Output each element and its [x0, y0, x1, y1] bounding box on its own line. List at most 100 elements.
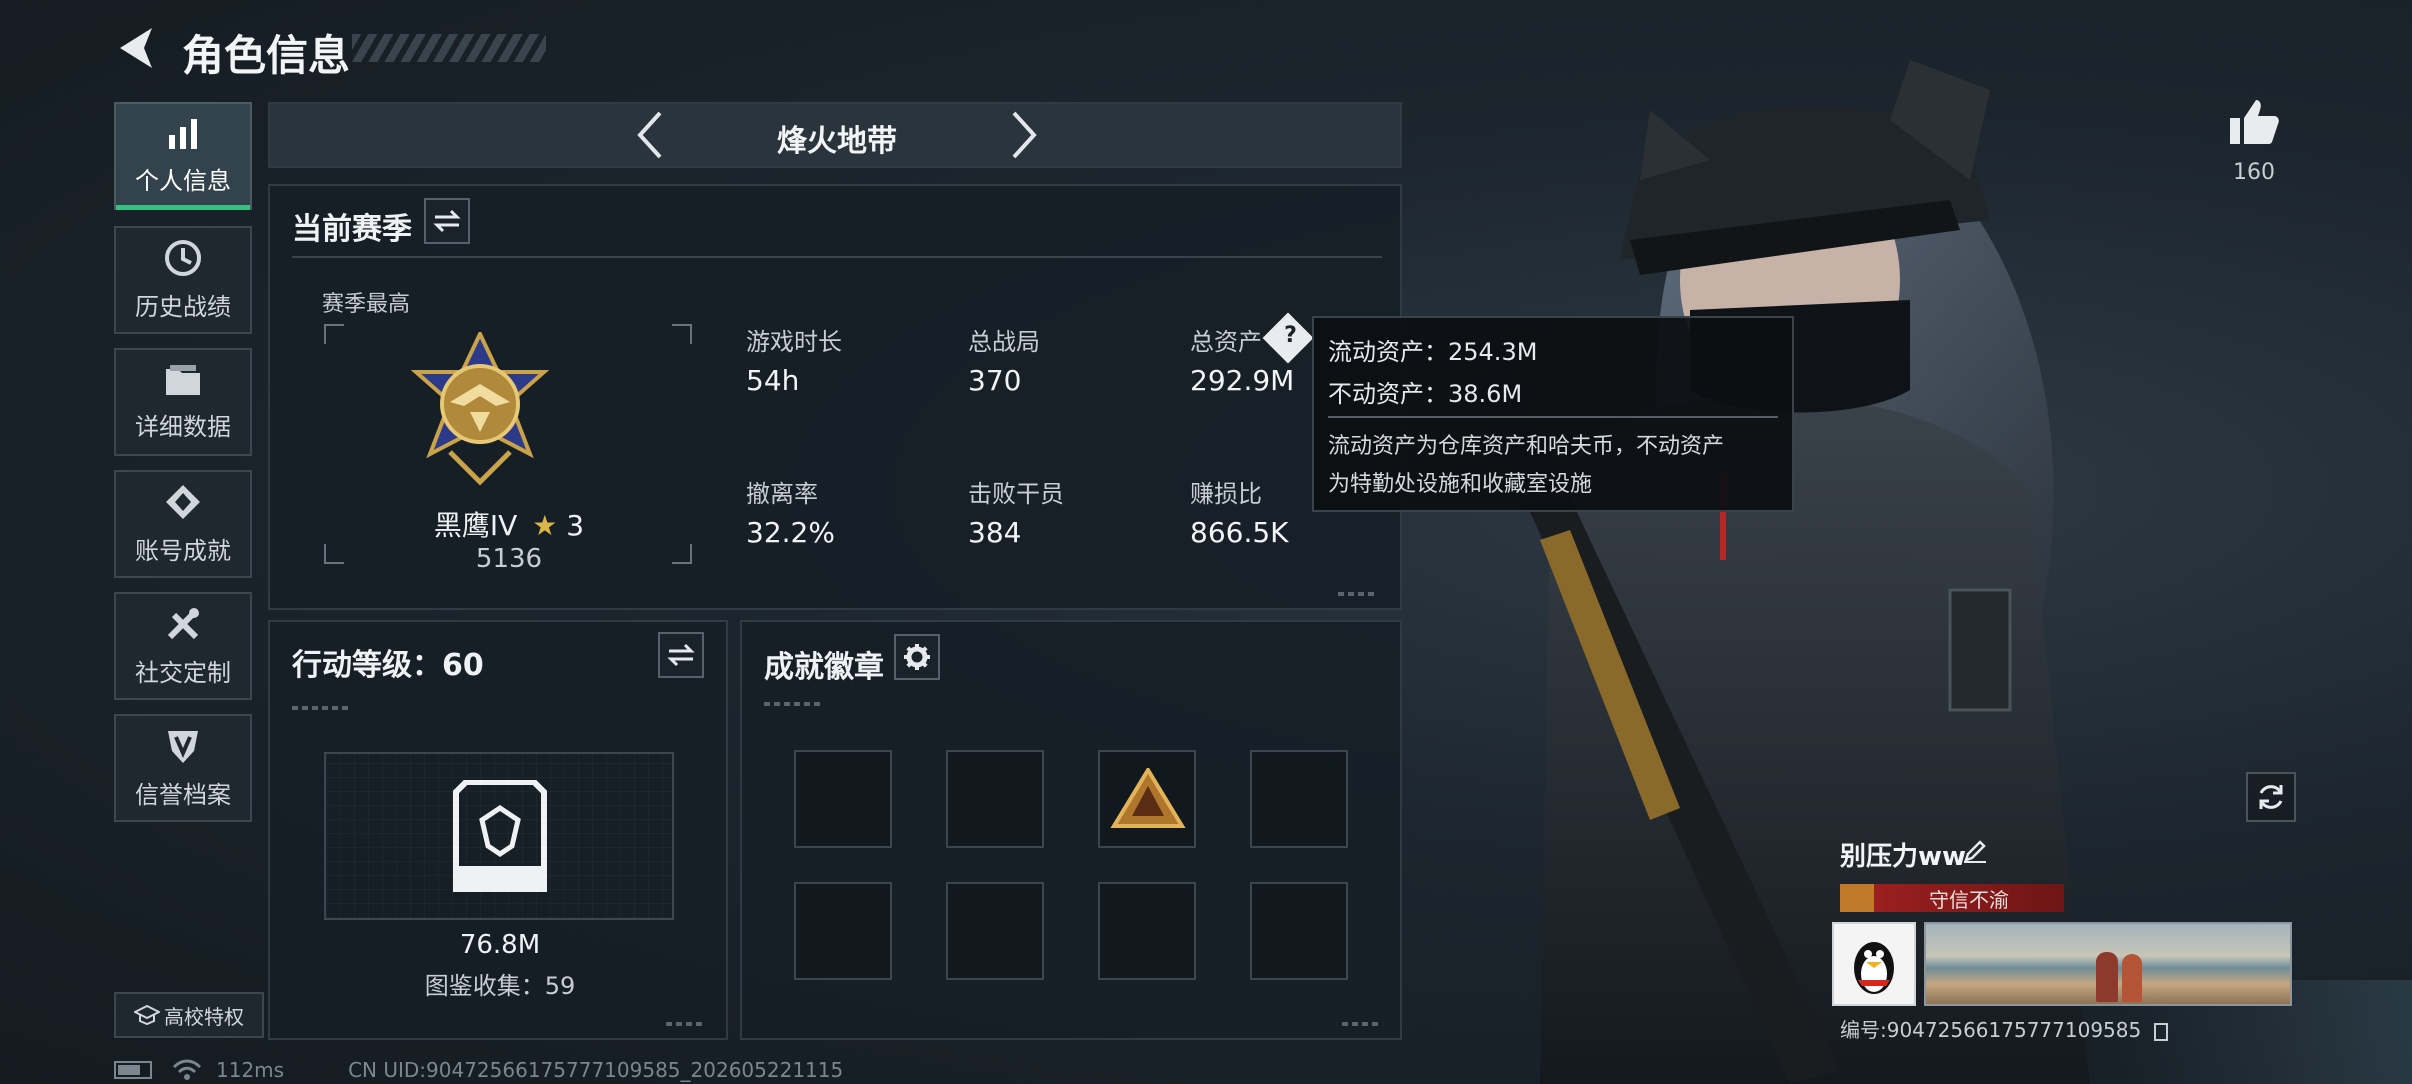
like-count: 160: [2233, 160, 2275, 185]
sidebar-item-label: 账号成就: [135, 536, 231, 565]
badge-slot[interactable]: [1250, 882, 1348, 980]
campus-privilege-button[interactable]: 高校特权: [114, 992, 264, 1038]
tooltip-divider: [1328, 416, 1778, 418]
tooltip-desc-line1: 流动资产为仓库资产和哈夫币，不动资产: [1328, 434, 1725, 459]
panel-decoration: [1338, 592, 1378, 596]
badge-slot[interactable]: [794, 882, 892, 980]
sidebar-item-social[interactable]: 社交定制: [114, 592, 252, 700]
title-decoration: [352, 34, 546, 62]
panel-decoration: [292, 706, 352, 710]
rank-star-icon: ★: [532, 509, 558, 542]
tooltip-fixed-label: 不动资产：: [1328, 380, 1448, 408]
sidebar-item-label: 信誉档案: [135, 780, 231, 809]
assets-tooltip: 流动资产：254.3M 不动资产：38.6M 流动资产为仓库资产和哈夫币，不动资…: [1312, 316, 1794, 512]
reputation-label: 守信不渝: [1929, 887, 2009, 912]
badge-slot[interactable]: [946, 882, 1044, 980]
help-mark: ?: [1284, 323, 1297, 349]
thumbs-up-icon: [2230, 100, 2279, 144]
sidebar-item-details[interactable]: 详细数据: [114, 348, 252, 456]
page-title: 角色信息: [182, 31, 351, 80]
badge-slot[interactable]: [946, 750, 1044, 848]
edit-icon[interactable]: [1962, 838, 1988, 864]
history-icon: [165, 239, 201, 276]
frame-corner: [672, 324, 692, 344]
graduation-cap-icon: [134, 1004, 160, 1026]
rank-stars: 3: [566, 509, 585, 542]
rotate-character-button[interactable]: [2246, 772, 2296, 822]
tooltip-fixed-value: 38.6M: [1448, 380, 1523, 408]
tooltip-liquid-value: 254.3M: [1448, 338, 1538, 366]
stat-value-total-assets: 292.9M: [1190, 364, 1295, 397]
profile-card: 别压力ww 守信不渝 编号:9047256617577710958​5: [1832, 836, 2292, 1046]
badge-emblem-icon: [1110, 768, 1186, 828]
collection-count: 图鉴收集：59: [424, 972, 576, 1000]
frame-corner: [324, 324, 344, 344]
tooltip-liquid-label: 流动资产：: [1328, 338, 1448, 366]
shield-icon: [168, 730, 198, 763]
achievement-icon: [166, 484, 200, 519]
bar-chart-icon: [169, 118, 197, 149]
tooltip-liquid-row: 流动资产：254.3M: [1328, 332, 1537, 367]
sidebar-item-history[interactable]: 历史战绩: [114, 226, 252, 334]
player-id: 编号:9047256617577710958​5: [1840, 1014, 2168, 1043]
stat-value-playtime: 54h: [746, 364, 800, 397]
divider: [292, 256, 1382, 258]
season-title: 当前赛季: [292, 212, 412, 247]
campus-privilege-label: 高校特权: [164, 1004, 244, 1029]
penguin-icon: [1854, 942, 1894, 994]
badges-title: 成就徽章: [764, 650, 884, 685]
panel-decoration: [764, 702, 824, 706]
like-button[interactable]: [2228, 96, 2280, 148]
back-button[interactable]: [112, 22, 158, 74]
player-id-text: 编号:9047256617577710958​5: [1840, 1018, 2142, 1042]
avatar[interactable]: [1832, 922, 1916, 1006]
action-level-title: 行动等级：60: [292, 648, 484, 683]
badge-slot[interactable]: [1098, 882, 1196, 980]
sidebar-item-profile[interactable]: 个人信息: [114, 102, 252, 210]
sidebar-item-label: 个人信息: [135, 166, 231, 195]
mode-label: 烽火地带: [777, 124, 897, 159]
reputation-badge: 守信不渝: [1840, 884, 2064, 912]
rank-name-row: 黑鹰IV ★ 3: [324, 504, 694, 544]
assets-help-icon[interactable]: ?: [1262, 312, 1314, 364]
folder-icon: [166, 364, 200, 395]
achievement-badges-panel: 成就徽章: [740, 620, 1402, 1040]
badges-settings-button[interactable]: [894, 634, 940, 680]
badge-slot[interactable]: [794, 750, 892, 848]
season-switch-button[interactable]: [424, 198, 470, 244]
banner-figure: [2122, 954, 2142, 1002]
stat-label-total-assets: 总资产: [1190, 328, 1262, 356]
stat-label-total-matches: 总战局: [968, 328, 1040, 356]
ping-value: 112ms: [216, 1058, 285, 1082]
sidebar-item-label: 社交定制: [135, 658, 231, 687]
rank-name: 黑鹰IV: [433, 509, 518, 542]
sidebar-item-label: 历史战绩: [135, 292, 231, 321]
tooltip-desc-line2: 为特勤处设施和收藏室设施: [1328, 472, 1593, 497]
wifi-icon: [172, 1059, 202, 1080]
stat-label-extract-rate: 撤离率: [746, 480, 818, 508]
refresh-icon: [2259, 785, 2283, 809]
stat-value-kills: 384: [968, 516, 1022, 549]
sidebar-item-achievements[interactable]: 账号成就: [114, 470, 252, 578]
rank-points: 5136: [475, 544, 543, 574]
sidebar-item-reputation[interactable]: 信誉档案: [114, 714, 252, 822]
swap-icon: [433, 209, 461, 233]
badge-slot[interactable]: [1098, 750, 1196, 848]
collection-value: 76.8M: [459, 930, 541, 960]
status-bar: 112ms CN UID:9047256617577710958​5_20260…: [114, 1058, 843, 1082]
mode-selector: 烽火地带: [268, 102, 1402, 168]
panel-decoration: [666, 1022, 706, 1026]
rank-emblem-icon: [410, 332, 550, 486]
collection-display: [324, 752, 674, 920]
badge-slot[interactable]: [1250, 750, 1348, 848]
copy-icon[interactable]: [2153, 1022, 2168, 1041]
season-best-label: 赛季最高: [322, 292, 411, 317]
action-level-switch-button[interactable]: [658, 632, 704, 678]
banner-figure: [2096, 952, 2118, 1002]
uid-text: CN UID:9047256617577710958​5_20260522111…: [348, 1058, 844, 1082]
player-name: 别压力ww: [1840, 842, 1967, 872]
gear-icon: [904, 644, 930, 670]
active-indicator: [116, 205, 250, 210]
battery-icon: [114, 1061, 152, 1079]
chevron-right-icon[interactable]: [1008, 109, 1042, 161]
